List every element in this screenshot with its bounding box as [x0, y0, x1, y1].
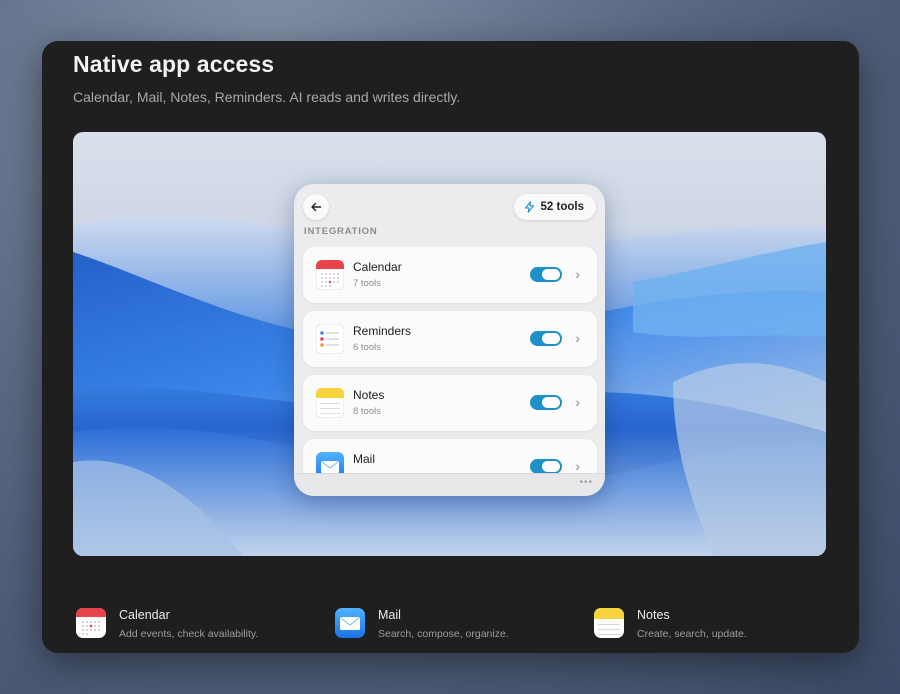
feature-description: Add events, check availability.	[119, 628, 259, 640]
feature-calendar: Calendar Add events, check availability.	[76, 608, 326, 648]
panel-footer: •••	[294, 473, 605, 496]
chevron-right-icon[interactable]: ›	[575, 266, 580, 282]
feature-name: Notes	[637, 608, 670, 622]
integration-name: Mail	[353, 452, 376, 466]
calendar-icon	[316, 260, 344, 290]
notes-icon	[594, 608, 624, 638]
integration-tool-count: 7 tools	[353, 278, 381, 289]
calendar-toggle[interactable]	[530, 267, 562, 282]
integration-name: Notes	[353, 388, 385, 402]
integration-item-notes[interactable]: Notes 8 tools ›	[303, 375, 597, 431]
feature-name: Mail	[378, 608, 401, 622]
chevron-right-icon[interactable]: ›	[575, 394, 580, 410]
mail-icon	[335, 608, 365, 638]
integration-list: Calendar 7 tools › Reminders 6 tools › N…	[303, 247, 597, 496]
chevron-right-icon[interactable]: ›	[575, 458, 580, 474]
integration-item-calendar[interactable]: Calendar 7 tools ›	[303, 247, 597, 303]
bolt-icon	[524, 201, 534, 213]
integration-tool-count: 8 tools	[353, 406, 381, 417]
page-title: Native app access	[73, 51, 275, 77]
integration-name: Reminders	[353, 324, 412, 338]
hero-wallpaper: 52 tools INTEGRATION Calendar 7 tools › …	[73, 132, 826, 556]
tools-count-badge[interactable]: 52 tools	[513, 194, 596, 220]
notes-icon	[316, 388, 344, 418]
feature-description: Create, search, update.	[637, 628, 747, 640]
integration-item-reminders[interactable]: Reminders 6 tools ›	[303, 311, 597, 367]
feature-card: Native app access Calendar, Mail, Notes,…	[42, 41, 859, 653]
page-subtitle: Calendar, Mail, Notes, Reminders. AI rea…	[73, 89, 461, 105]
more-dots-icon[interactable]: •••	[579, 477, 593, 488]
reminders-icon	[316, 324, 344, 354]
feature-list: Calendar Add events, check availability.…	[76, 608, 836, 648]
notes-toggle[interactable]	[530, 395, 562, 410]
integration-name: Calendar	[353, 260, 402, 274]
feature-description: Search, compose, organize.	[378, 628, 509, 640]
reminders-toggle[interactable]	[530, 331, 562, 346]
mail-toggle[interactable]	[530, 459, 562, 474]
tools-count-label: 52 tools	[540, 201, 584, 213]
integration-tool-count: 6 tools	[353, 342, 381, 353]
back-button[interactable]	[303, 194, 329, 220]
arrow-left-icon	[311, 202, 322, 212]
feature-name: Calendar	[119, 608, 170, 622]
feature-notes: Notes Create, search, update.	[594, 608, 844, 648]
section-label: INTEGRATION	[304, 226, 378, 237]
integrations-panel: 52 tools INTEGRATION Calendar 7 tools › …	[294, 184, 605, 496]
calendar-icon	[76, 608, 106, 638]
chevron-right-icon[interactable]: ›	[575, 330, 580, 346]
feature-mail: Mail Search, compose, organize.	[335, 608, 585, 648]
